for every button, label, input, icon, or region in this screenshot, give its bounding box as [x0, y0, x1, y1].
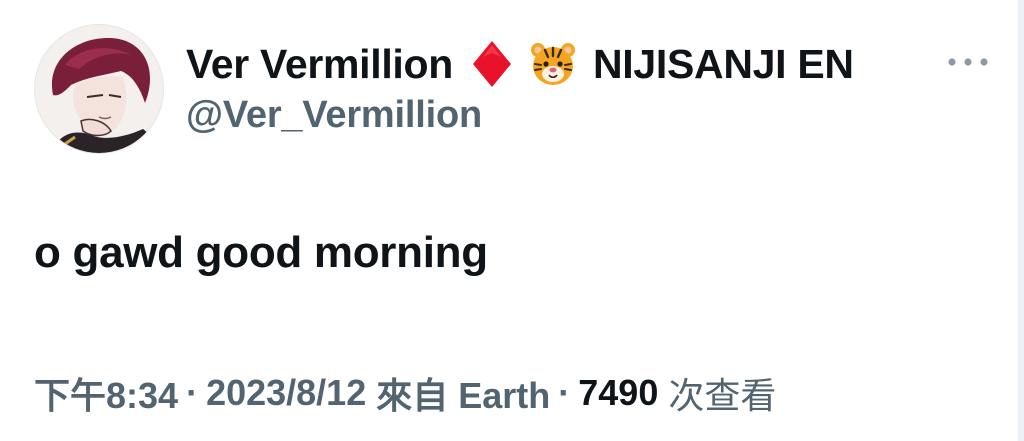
meta-separator: · — [186, 372, 199, 413]
author-name-row[interactable]: Ver Vermillion NIJISANJI EN — [186, 36, 854, 92]
author-handle[interactable]: @Ver_Vermillion — [186, 94, 482, 137]
tweet-time[interactable]: 下午8:34 — [34, 367, 178, 419]
meta-separator: · — [558, 372, 571, 413]
tweet-card: Ver Vermillion NIJISANJI EN @Ver_Vermill… — [0, 0, 1024, 441]
views-count[interactable]: 7490 — [578, 372, 658, 414]
avatar[interactable] — [34, 24, 164, 154]
org-name: NIJISANJI EN — [593, 40, 854, 87]
tweet-meta: 下午8:34 · 2023/8/12 來自 Earth · 7490 次查看 — [34, 368, 776, 418]
tiger-face-icon — [529, 40, 577, 88]
tweet-date[interactable]: 2023/8/12 — [206, 372, 366, 414]
tweet-source: 來自 Earth — [376, 375, 551, 416]
red-diamond-icon — [471, 39, 513, 89]
more-horizontal-icon[interactable] — [946, 52, 990, 72]
views-label: 次查看 — [668, 375, 777, 416]
display-name[interactable]: Ver Vermillion — [186, 41, 453, 88]
scrollbar-track — [1018, 0, 1024, 441]
avatar-illustration — [35, 25, 163, 153]
tweet-text: o gawd good morning — [34, 228, 488, 277]
